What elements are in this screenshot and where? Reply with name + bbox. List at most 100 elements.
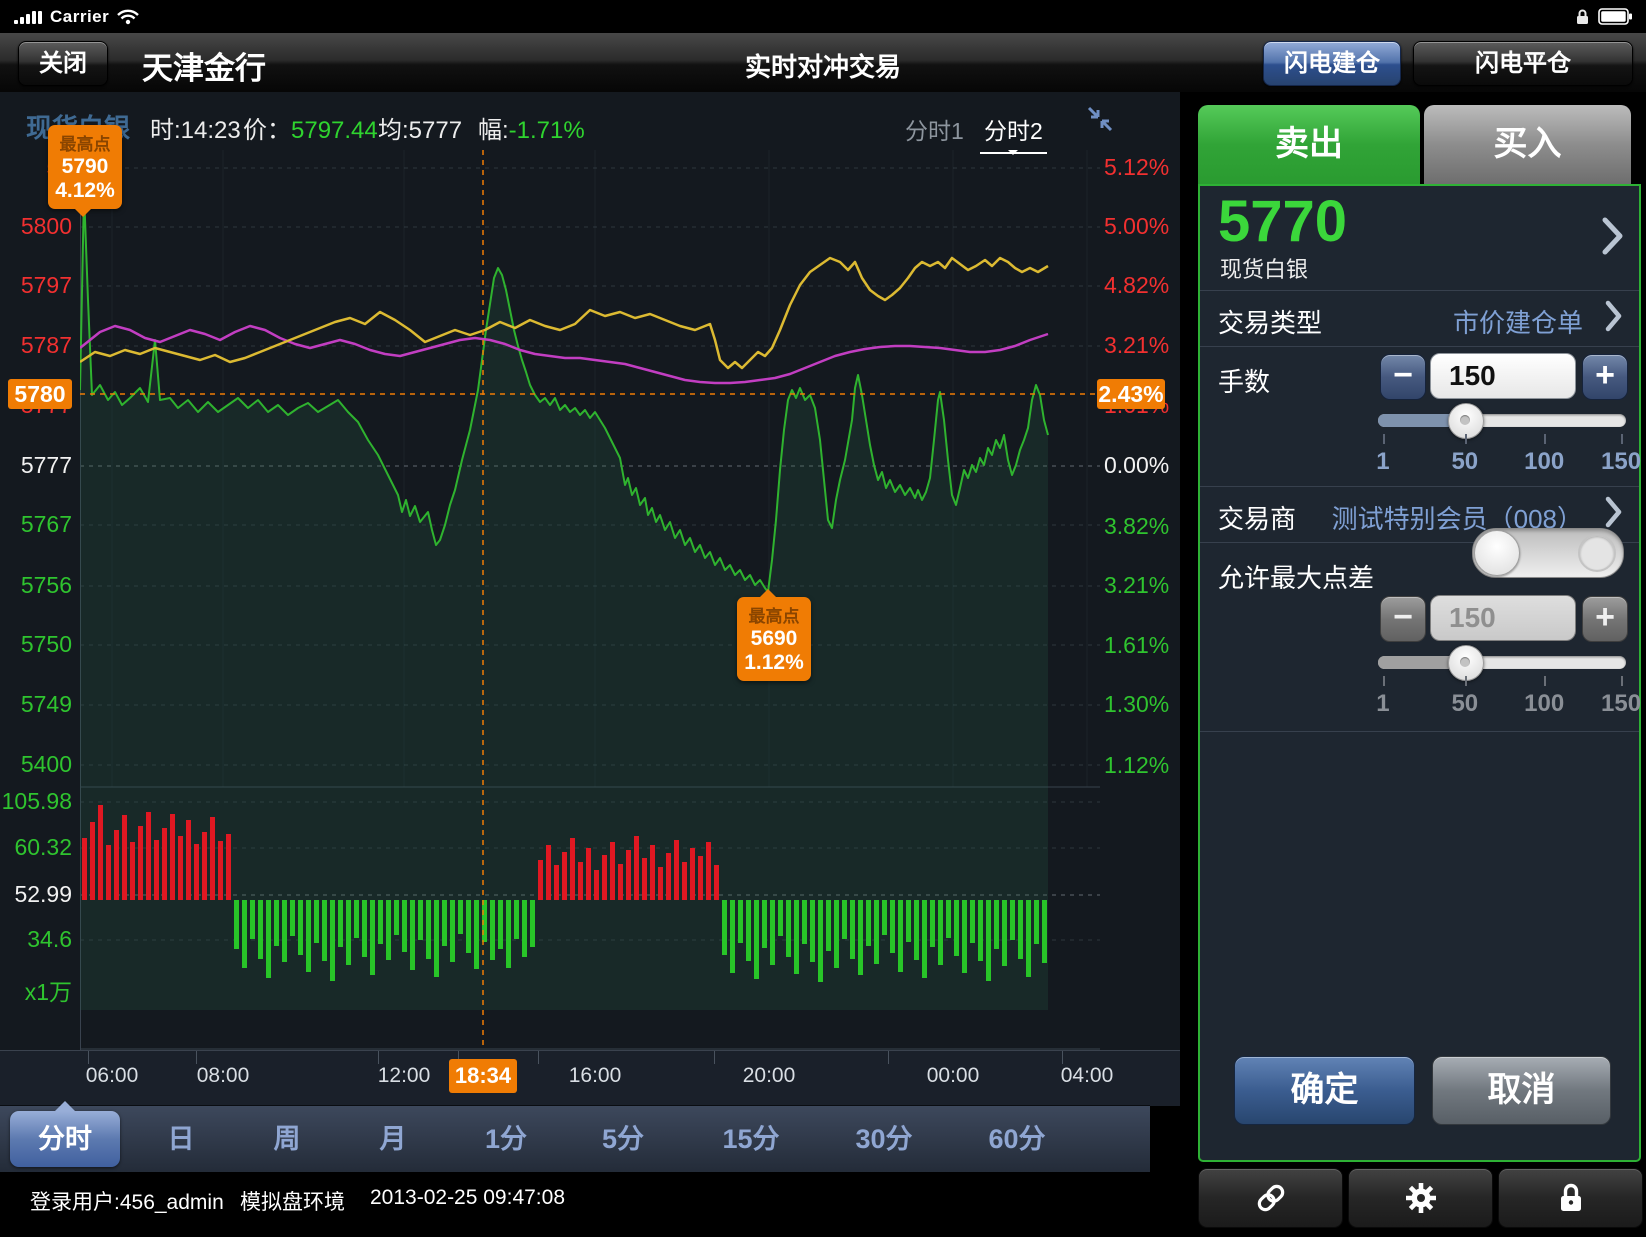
slider-tick xyxy=(1465,434,1467,444)
broker-chevron-icon[interactable] xyxy=(1605,495,1623,529)
app-root: Carrier 关闭 天津金行 实时对冲交易 闪电建仓 闪电平仓 现货白银 时:… xyxy=(0,0,1646,1237)
right-axis-label: 0.00% xyxy=(1104,452,1169,479)
left-axis-label: 5756 xyxy=(0,572,72,599)
right-axis-label: 3.82% xyxy=(1104,513,1169,540)
right-axis-label: 1.61% xyxy=(1104,632,1169,659)
left-axis-label: 105.98 xyxy=(0,788,72,815)
quote-average: 均:5777 xyxy=(378,110,462,145)
rotation-lock-icon xyxy=(1575,8,1590,26)
time-tick-mark xyxy=(378,1051,379,1064)
cancel-button[interactable]: 取消 xyxy=(1432,1056,1611,1125)
tab-period-2[interactable]: 日 xyxy=(126,1106,236,1173)
lots-slider[interactable] xyxy=(1378,414,1626,427)
link-button[interactable] xyxy=(1198,1168,1343,1228)
time-axis-label: 16:00 xyxy=(555,1064,635,1088)
lots-input[interactable] xyxy=(1430,353,1576,399)
status-bar: Carrier xyxy=(0,0,1646,33)
symbol-label: 现货白银 xyxy=(26,108,130,145)
order-price: 5770 xyxy=(1218,188,1347,255)
left-axis-label: 5749 xyxy=(0,691,72,718)
time-axis-label: 00:00 xyxy=(913,1064,993,1088)
slider-tick xyxy=(1465,676,1467,686)
tab-minute-chart-1[interactable]: 分时1 xyxy=(905,112,964,146)
lock-icon xyxy=(1556,1181,1586,1215)
slider-tick-label: 1 xyxy=(1353,448,1413,476)
tab-minute-chart-2[interactable]: 分时2 xyxy=(980,112,1047,154)
left-axis-label: 60.32 xyxy=(0,834,72,861)
tab-period-4[interactable]: 月 xyxy=(338,1106,448,1173)
trade-type-value[interactable]: 市价建仓单 xyxy=(1453,303,1583,340)
tab-period-6[interactable]: 5分 xyxy=(568,1106,678,1173)
flash-close-button[interactable]: 闪电平仓 xyxy=(1413,41,1633,86)
environment-label: 模拟盘环境 xyxy=(240,1186,345,1216)
slider-tick-label: 50 xyxy=(1435,448,1495,476)
slider-tick-label: 50 xyxy=(1435,690,1495,718)
slider-tick xyxy=(1383,676,1385,686)
right-axis-label: 5.00% xyxy=(1104,213,1169,240)
sell-tab[interactable]: 卖出 xyxy=(1198,105,1420,184)
slider-tick-label: 100 xyxy=(1514,690,1574,718)
time-axis-label: 12:00 xyxy=(364,1064,444,1088)
chart-canvas[interactable]: 5958005797578757775777576757565750574954… xyxy=(0,150,1180,1050)
spread-slider[interactable] xyxy=(1378,656,1626,669)
tab-period-8[interactable]: 30分 xyxy=(829,1106,939,1173)
left-axis-label: 5777 xyxy=(0,452,72,479)
slider-tick-label: 100 xyxy=(1514,448,1574,476)
toggle-well xyxy=(1578,534,1616,572)
spread-minus-button[interactable]: − xyxy=(1380,596,1426,642)
left-axis-label: 5787 xyxy=(0,332,72,359)
spread-plus-button[interactable]: + xyxy=(1582,596,1628,642)
chart-region: 现货白银 时:14:23 价：5797.44 均:5777 幅:-1.71% 分… xyxy=(0,92,1180,1105)
crosshair-time-badge: 18:34 xyxy=(449,1059,517,1093)
confirm-button[interactable]: 确定 xyxy=(1234,1056,1415,1125)
slider-tick xyxy=(1383,434,1385,444)
flash-open-button[interactable]: 闪电建仓 xyxy=(1263,41,1401,86)
price-volume-chart[interactable] xyxy=(80,150,1100,1050)
gear-icon xyxy=(1403,1180,1439,1216)
tab-period-7[interactable]: 15分 xyxy=(696,1106,806,1173)
left-axis-label: 5800 xyxy=(0,213,72,240)
right-axis-label: 5.12% xyxy=(1104,154,1169,181)
max-spread-toggle[interactable] xyxy=(1472,528,1624,578)
tab-period-3[interactable]: 周 xyxy=(232,1106,342,1173)
slider-tick-label: 150 xyxy=(1591,448,1646,476)
time-tick-mark xyxy=(538,1051,539,1064)
buy-tab[interactable]: 买入 xyxy=(1424,105,1631,184)
right-axis-label: 3.21% xyxy=(1104,332,1169,359)
trade-type-chevron-icon[interactable] xyxy=(1605,299,1623,333)
login-user-label: 登录用户:456_admin xyxy=(30,1186,224,1216)
right-axis-label: 3.21% xyxy=(1104,572,1169,599)
lock-button[interactable] xyxy=(1498,1168,1643,1228)
battery-icon xyxy=(1598,8,1632,25)
time-axis-label: 04:00 xyxy=(1047,1064,1127,1088)
lots-plus-button[interactable]: + xyxy=(1582,354,1628,400)
right-axis-label: 1.12% xyxy=(1104,752,1169,779)
time-axis-label: 20:00 xyxy=(729,1064,809,1088)
left-axis-label: 5797 xyxy=(0,272,72,299)
broker-label: 交易商 xyxy=(1218,499,1296,536)
lots-label: 手数 xyxy=(1218,362,1270,399)
quote-price: 价：5797.44 xyxy=(243,110,378,145)
lots-minus-button[interactable]: − xyxy=(1380,354,1426,400)
slider-tick xyxy=(1621,676,1623,686)
slider-tick xyxy=(1621,434,1623,444)
left-axis-label: 52.99 xyxy=(0,881,72,908)
settings-button[interactable] xyxy=(1348,1168,1493,1228)
collapse-arrows-icon[interactable] xyxy=(1085,104,1115,134)
link-icon xyxy=(1254,1181,1288,1215)
right-axis-label: 4.82% xyxy=(1104,272,1169,299)
trade-type-label: 交易类型 xyxy=(1218,303,1322,340)
time-axis-label: 08:00 xyxy=(183,1064,263,1088)
toggle-knob[interactable] xyxy=(1474,530,1520,576)
crosshair-pct-badge: 2.43% xyxy=(1097,379,1165,409)
tab-period-1[interactable]: 分时 xyxy=(10,1111,120,1167)
chart-header: 现货白银 时:14:23 价：5797.44 均:5777 幅:-1.71% 分… xyxy=(0,92,1180,150)
carrier-label: Carrier xyxy=(50,7,109,27)
tab-period-9[interactable]: 60分 xyxy=(962,1106,1072,1173)
max-spread-input[interactable] xyxy=(1430,595,1576,641)
order-instrument: 现货白银 xyxy=(1220,252,1308,284)
lots-slider-ticks: 150100150 xyxy=(1378,434,1626,480)
tab-period-5[interactable]: 1分 xyxy=(451,1106,561,1173)
instrument-chevron-icon[interactable] xyxy=(1601,214,1625,258)
order-form: 5770 现货白银 交易类型 市价建仓单 手数 − + 150100150 交易… xyxy=(1198,184,1641,1162)
